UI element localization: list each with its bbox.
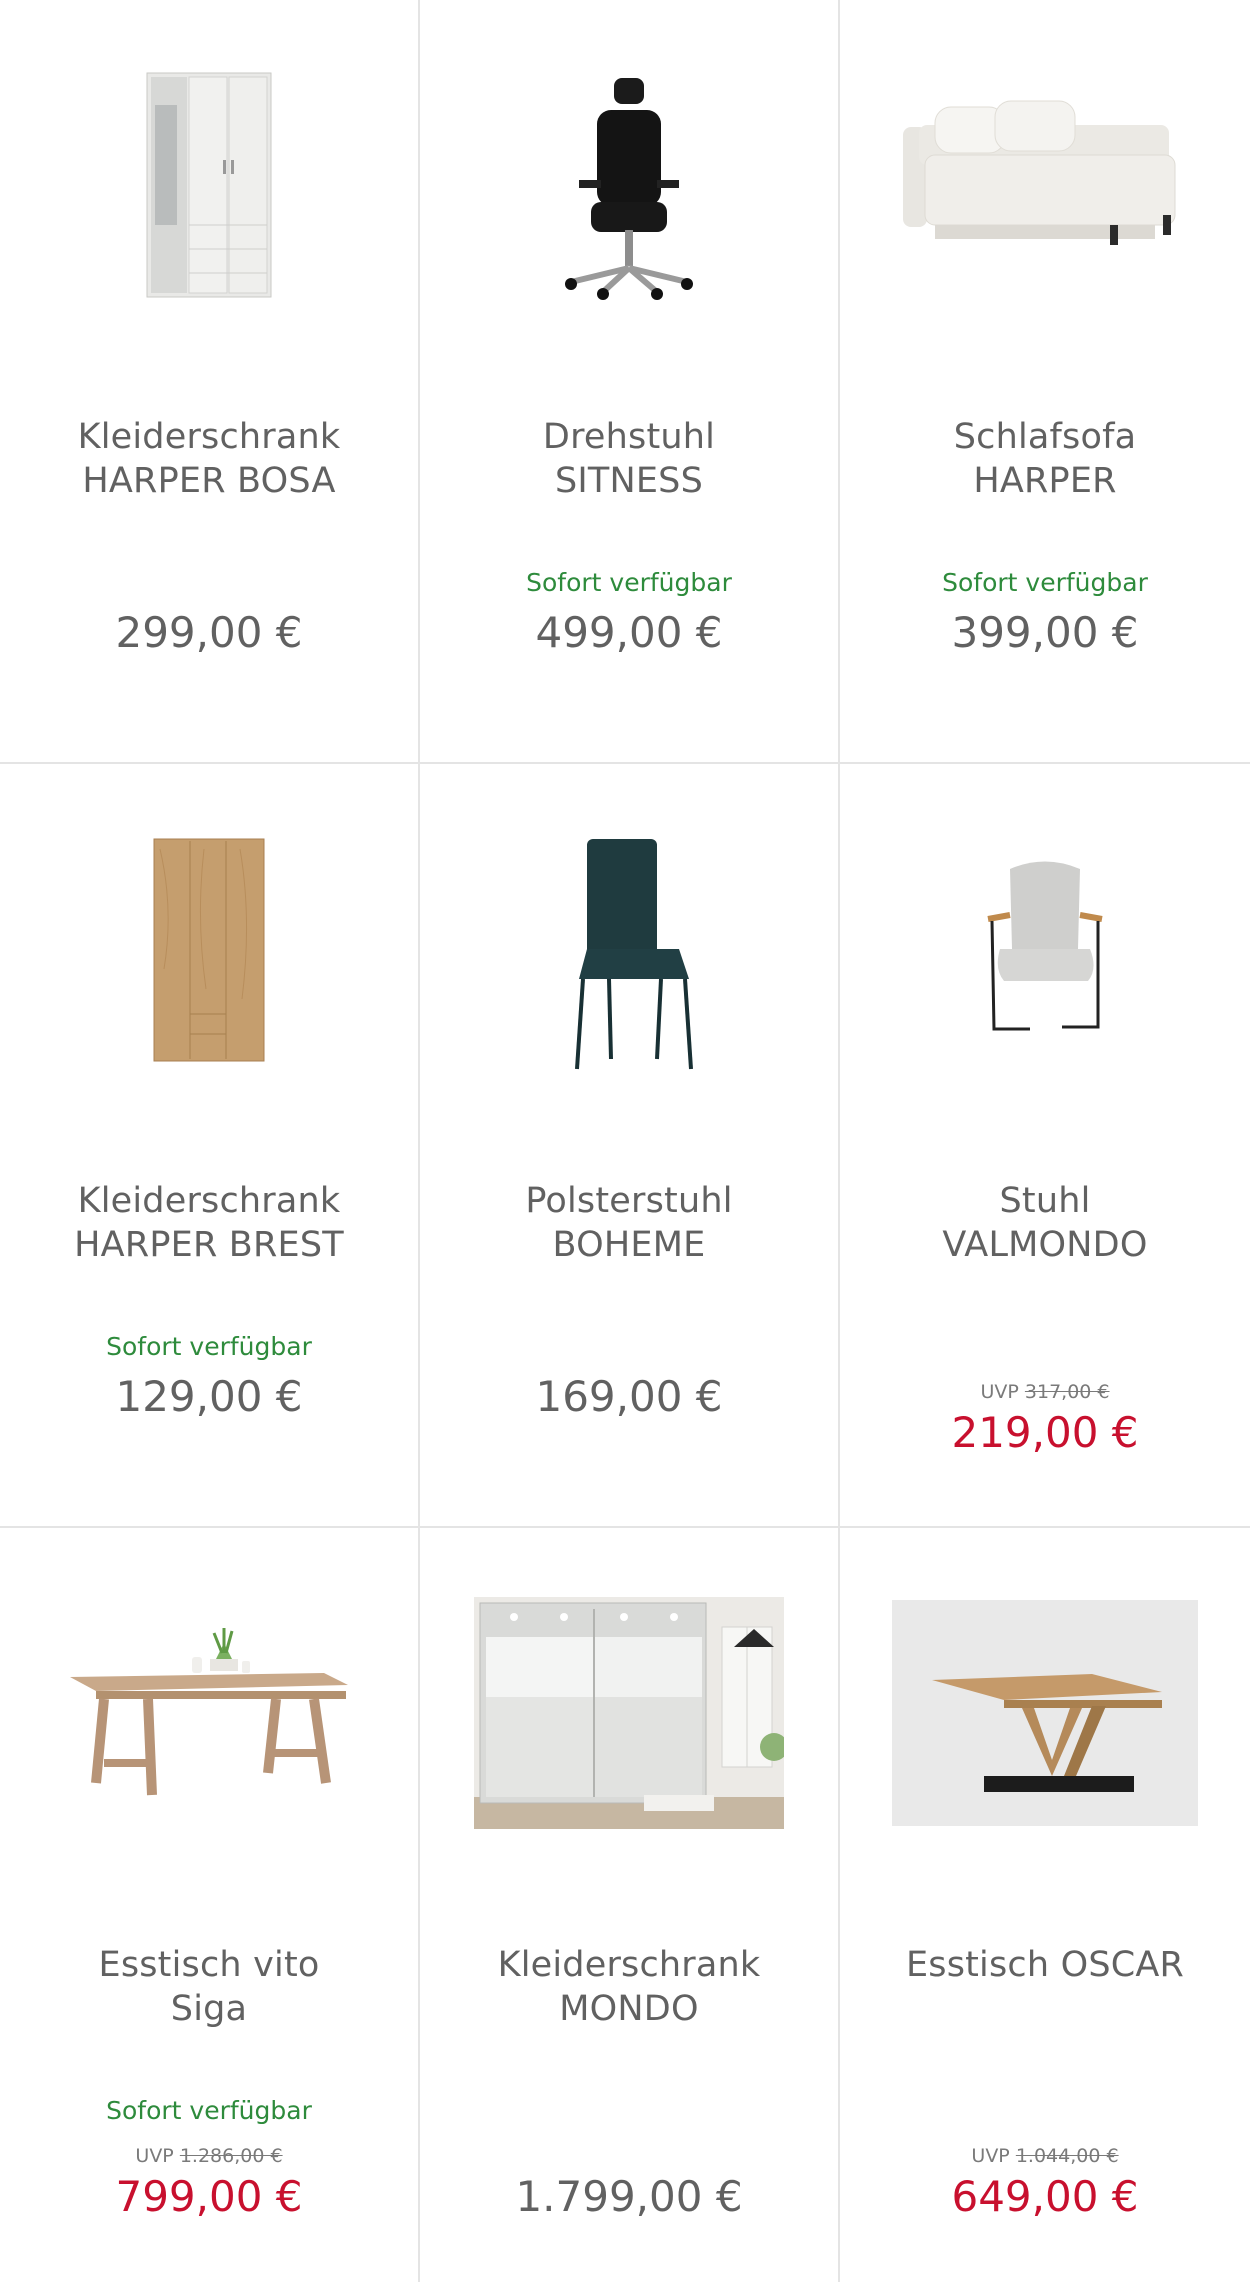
product-image[interactable] xyxy=(0,784,418,1114)
sale-price: 799,00 € xyxy=(115,2172,303,2221)
product-price: 499,00 € xyxy=(535,608,723,657)
availability-label: Sofort verfügbar xyxy=(106,2096,312,2125)
uvp-price: UVP 1.044,00 € xyxy=(971,2145,1119,2167)
product-name[interactable]: Esstisch OSCAR xyxy=(850,1943,1240,1987)
product-card-sitness[interactable]: Drehstuhl SITNESS Sofort verfügbar 499,00… xyxy=(420,0,838,762)
product-card-schlafsofa-harper[interactable]: Schlafsofa HARPER Sofort verfügbar 399,00… xyxy=(840,0,1250,762)
product-name[interactable]: Schlafsofa HARPER xyxy=(850,415,1240,503)
product-card-harper-bosa[interactable]: Kleiderschrank HARPER BOSA 299,00 € xyxy=(0,0,418,762)
product-name[interactable]: Kleiderschrank HARPER BOSA xyxy=(10,415,408,503)
wardrobe-mirror-icon xyxy=(146,72,272,298)
office-chair-icon xyxy=(565,78,693,300)
product-image[interactable] xyxy=(420,20,838,350)
product-name[interactable]: Kleiderschrank MONDO xyxy=(430,1943,828,2031)
dining-table-icon xyxy=(70,1628,348,1796)
sale-price: 219,00 € xyxy=(951,1408,1139,1457)
product-price: 299,00 € xyxy=(115,608,303,657)
product-name[interactable]: Kleiderschrank HARPER BREST xyxy=(10,1179,408,1267)
availability-label: Sofort verfügbar xyxy=(942,568,1148,597)
uvp-price: UVP 317,00 € xyxy=(980,1381,1110,1403)
product-card-mondo[interactable]: Kleiderschrank MONDO 1.799,00 € xyxy=(420,1528,838,2282)
product-image[interactable] xyxy=(0,20,418,350)
product-price: 1.799,00 € xyxy=(515,2172,743,2221)
product-name[interactable]: Esstisch vito Siga xyxy=(10,1943,408,2031)
armchair-icon xyxy=(987,861,1103,1031)
product-name[interactable]: Drehstuhl SITNESS xyxy=(430,415,828,503)
product-grid: Kleiderschrank HARPER BOSA 299,00 € Dreh… xyxy=(0,0,1250,2282)
sofa-bed-icon xyxy=(903,100,1176,245)
product-image[interactable] xyxy=(840,20,1250,350)
product-image[interactable] xyxy=(420,1548,838,1878)
availability-label: Sofort verfügbar xyxy=(526,568,732,597)
product-image[interactable] xyxy=(420,784,838,1114)
product-card-valmondo[interactable]: Stuhl VALMONDO UVP 317,00 € 219,00 € xyxy=(840,764,1250,1526)
sliding-wardrobe-icon xyxy=(474,1597,784,1829)
wardrobe-oak-icon xyxy=(153,838,265,1062)
extendable-table-icon xyxy=(892,1600,1198,1826)
product-name[interactable]: Polsterstuhl BOHEME xyxy=(430,1179,828,1267)
dining-chair-icon xyxy=(575,839,693,1070)
product-image[interactable] xyxy=(840,784,1250,1114)
sale-price: 649,00 € xyxy=(951,2172,1139,2221)
product-name[interactable]: Stuhl VALMONDO xyxy=(850,1179,1240,1267)
product-card-harper-brest[interactable]: Kleiderschrank HARPER BREST Sofort verfüg… xyxy=(0,764,418,1526)
product-price: 129,00 € xyxy=(115,1372,303,1421)
product-price: 169,00 € xyxy=(535,1372,723,1421)
product-image[interactable] xyxy=(840,1548,1250,1878)
product-image[interactable] xyxy=(0,1548,418,1878)
availability-label: Sofort verfügbar xyxy=(106,1332,312,1361)
product-card-boheme[interactable]: Polsterstuhl BOHEME 169,00 € xyxy=(420,764,838,1526)
product-card-esstisch-oscar[interactable]: Esstisch OSCAR UVP 1.044,00 € 649,00 € xyxy=(840,1528,1250,2282)
product-card-esstisch-vito[interactable]: Esstisch vito Siga Sofort verfügbar UVP 1… xyxy=(0,1528,418,2282)
uvp-price: UVP 1.286,00 € xyxy=(135,2145,283,2167)
product-price: 399,00 € xyxy=(951,608,1139,657)
